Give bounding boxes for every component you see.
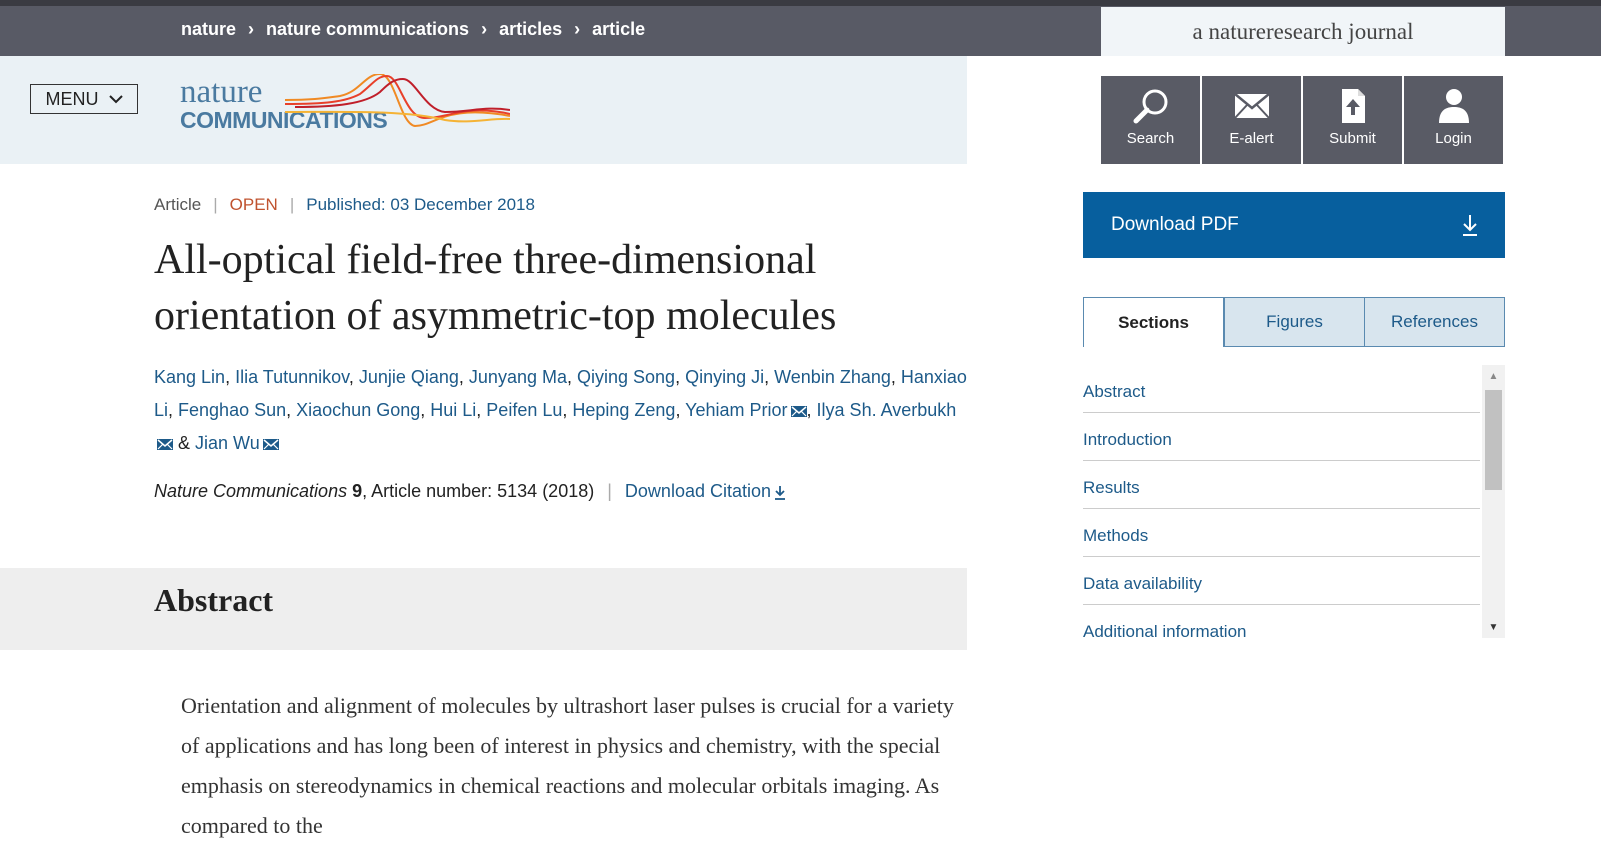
search-label: Search — [1126, 130, 1175, 147]
article-type: Article — [154, 195, 202, 214]
breadcrumb-article[interactable]: article — [592, 19, 645, 40]
abstract-text: Orientation and alignment of molecules b… — [181, 693, 954, 838]
author-link[interactable]: Qinying Ji — [685, 367, 764, 387]
author-separator: , — [562, 400, 573, 420]
author-link[interactable]: Hui Li — [430, 400, 476, 420]
article-number: , Article number: 5134 (2018) — [362, 481, 595, 501]
nature-communications-logo[interactable]: nature COMMUNICATIONS — [180, 74, 510, 150]
download-pdf-label: Download PDF — [1111, 214, 1239, 235]
section-link-methods[interactable]: Methods — [1083, 509, 1480, 557]
journal-name: Nature Communications — [154, 481, 348, 501]
author-separator: , — [806, 400, 817, 420]
open-access-badge: OPEN — [229, 195, 278, 214]
submit-label: Submit — [1329, 130, 1376, 147]
logo-word-nature: nature — [180, 74, 263, 110]
envelope-icon — [1233, 93, 1270, 119]
author-separator: , — [225, 367, 236, 387]
citation-divider: | — [607, 481, 612, 501]
user-icon — [1438, 89, 1469, 123]
download-citation-label: Download Citation — [624, 481, 772, 501]
author-link[interactable]: Qiying Song — [577, 367, 675, 387]
login-label: Login — [1435, 130, 1472, 147]
meta-divider: | — [213, 195, 218, 214]
tab-sections[interactable]: Sections — [1083, 297, 1224, 347]
envelope-icon[interactable] — [790, 405, 807, 418]
sections-list: Abstract Introduction Results Methods Da… — [1083, 365, 1480, 638]
envelope-icon[interactable] — [157, 438, 173, 451]
author-link[interactable]: Ilia Tutunnikov — [235, 367, 349, 387]
author-list: Kang Lin, Ilia Tutunnikov, Junjie Qiang,… — [154, 361, 969, 460]
download-arrow-icon — [1463, 215, 1477, 236]
abstract-header-band: Abstract — [0, 568, 967, 650]
author-separator: , — [764, 367, 775, 387]
author-separator: , — [168, 400, 179, 420]
logo-wave-graphic — [285, 74, 510, 128]
author-separator: , — [675, 400, 686, 420]
meta-divider: | — [289, 195, 295, 214]
citation-line: Nature Communications 9 , Article number… — [154, 481, 786, 502]
author-link[interactable]: Yehiam Prior — [685, 400, 787, 420]
author-separator: , — [420, 400, 431, 420]
top-bar: nature › nature communications › article… — [0, 0, 1601, 56]
author-link[interactable]: Fenghao Sun — [178, 400, 286, 420]
tab-figures[interactable]: Figures — [1224, 297, 1365, 347]
chevron-right-icon: › — [248, 18, 255, 39]
author-separator: , — [890, 367, 901, 387]
menu-button[interactable]: MENU — [30, 84, 138, 114]
chevron-right-icon: › — [481, 18, 488, 39]
scrollbar-thumb[interactable] — [1485, 390, 1502, 490]
sections-scrollbar[interactable]: ▲ ▼ — [1482, 365, 1505, 638]
chevron-right-icon: › — [574, 18, 581, 39]
author-separator: , — [458, 367, 469, 387]
search-icon — [1133, 89, 1167, 124]
e-alert-label: E-alert — [1229, 130, 1274, 147]
download-pdf-button[interactable]: Download PDF — [1083, 192, 1505, 258]
journal-volume: 9 — [352, 481, 363, 501]
section-link-abstract[interactable]: Abstract — [1083, 365, 1480, 413]
author-separator: , — [566, 367, 577, 387]
breadcrumb: nature › nature communications › article… — [181, 16, 645, 42]
scroll-up-arrow-icon[interactable]: ▲ — [1482, 369, 1505, 383]
author-link[interactable]: Peifen Lu — [486, 400, 562, 420]
chevron-down-icon — [108, 94, 123, 103]
author-link[interactable]: Junjie Qiang — [359, 367, 459, 387]
breadcrumb-articles[interactable]: articles — [499, 19, 562, 40]
author-separator: , — [286, 400, 297, 420]
author-link[interactable]: Kang Lin — [154, 367, 225, 387]
author-separator: , — [348, 367, 359, 387]
author-link[interactable]: Xiaochun Gong — [296, 400, 420, 420]
breadcrumb-nature-communications[interactable]: nature communications — [266, 19, 469, 40]
scroll-down-arrow-icon[interactable]: ▼ — [1482, 620, 1505, 634]
e-alert-button[interactable]: E-alert — [1202, 76, 1301, 164]
login-button[interactable]: Login — [1404, 76, 1503, 164]
section-link-results[interactable]: Results — [1083, 461, 1480, 509]
published-date: Published: 03 December 2018 — [306, 195, 535, 214]
search-button[interactable]: Search — [1101, 76, 1200, 164]
tab-references[interactable]: References — [1364, 297, 1505, 347]
section-link-data-availability[interactable]: Data availability — [1083, 557, 1480, 605]
nature-research-tagline[interactable]: a natureresearch journal — [1101, 7, 1505, 56]
download-arrow-icon — [775, 485, 786, 500]
menu-label: MENU — [45, 88, 99, 109]
upload-document-icon — [1341, 89, 1365, 123]
author-link[interactable]: Junyang Ma — [469, 367, 567, 387]
download-citation-link[interactable]: Download Citation — [625, 481, 786, 502]
author-link[interactable]: Jian Wu — [195, 433, 260, 453]
author-separator: , — [675, 367, 686, 387]
author-separator: & — [173, 433, 196, 453]
article-meta: Article | OPEN | Published: 03 December … — [154, 195, 535, 215]
author-link[interactable]: Ilya Sh. Averbukh — [817, 400, 957, 420]
breadcrumb-nature[interactable]: nature — [181, 19, 236, 40]
section-link-additional-information[interactable]: Additional information — [1083, 605, 1480, 639]
author-separator: , — [476, 400, 487, 420]
submit-button[interactable]: Submit — [1303, 76, 1402, 164]
top-strip — [0, 0, 1601, 6]
envelope-icon[interactable] — [262, 438, 279, 451]
abstract-heading: Abstract — [154, 582, 274, 618]
section-link-introduction[interactable]: Introduction — [1083, 413, 1480, 461]
site-header: MENU nature COMMUNICATIONS — [0, 56, 967, 164]
article-title: All-optical field-free three-dimensional… — [154, 237, 837, 339]
author-link[interactable]: Wenbin Zhang — [774, 367, 891, 387]
author-link[interactable]: Heping Zeng — [572, 400, 675, 420]
